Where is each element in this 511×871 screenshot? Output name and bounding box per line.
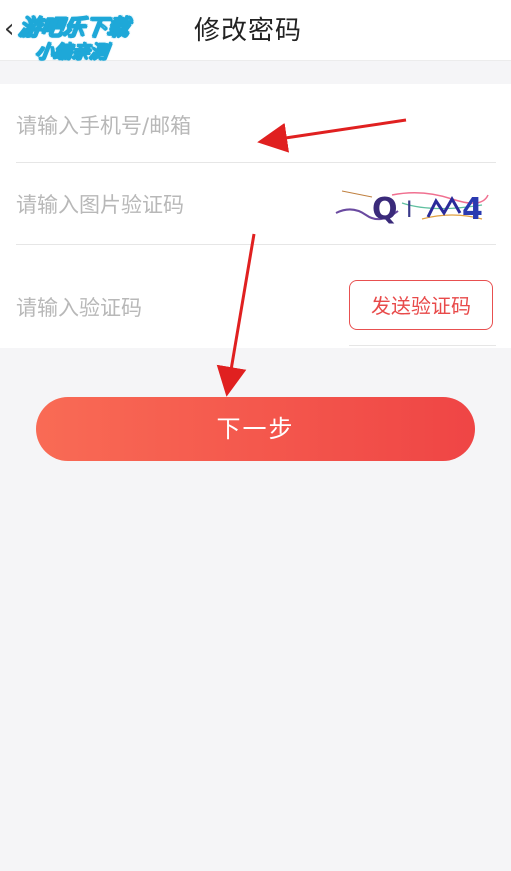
captcha-image[interactable]: Q 4 I — [332, 183, 490, 227]
code-field[interactable]: 请输入验证码 发送验证码 — [16, 245, 496, 347]
captcha-char-i: I — [406, 198, 413, 223]
send-code-button[interactable]: 发送验证码 — [349, 280, 493, 330]
account-placeholder: 请输入手机号/邮箱 — [16, 114, 192, 138]
reset-password-form: 请输入手机号/邮箱 请输入图片验证码 Q 4 I 请输入验证码 发送验证码 — [0, 84, 511, 348]
app-header: ‹ 游吧乐下载 小编亲测 修改密码 — [0, 0, 511, 64]
code-placeholder: 请输入验证码 — [16, 296, 142, 320]
captcha-char-q: Q — [372, 192, 398, 227]
captcha-placeholder: 请输入图片验证码 — [16, 193, 184, 217]
captcha-field[interactable]: 请输入图片验证码 Q 4 I — [16, 163, 496, 245]
watermark: 游吧乐下载 小编亲测 — [6, 10, 153, 64]
page-title: 修改密码 — [194, 16, 303, 46]
watermark-line2: 小编亲测 — [34, 42, 110, 64]
account-field[interactable]: 请输入手机号/邮箱 — [16, 84, 496, 163]
captcha-char-4: 4 — [462, 192, 483, 227]
next-step-button[interactable]: 下一步 — [36, 397, 475, 461]
field-divider — [349, 345, 496, 346]
